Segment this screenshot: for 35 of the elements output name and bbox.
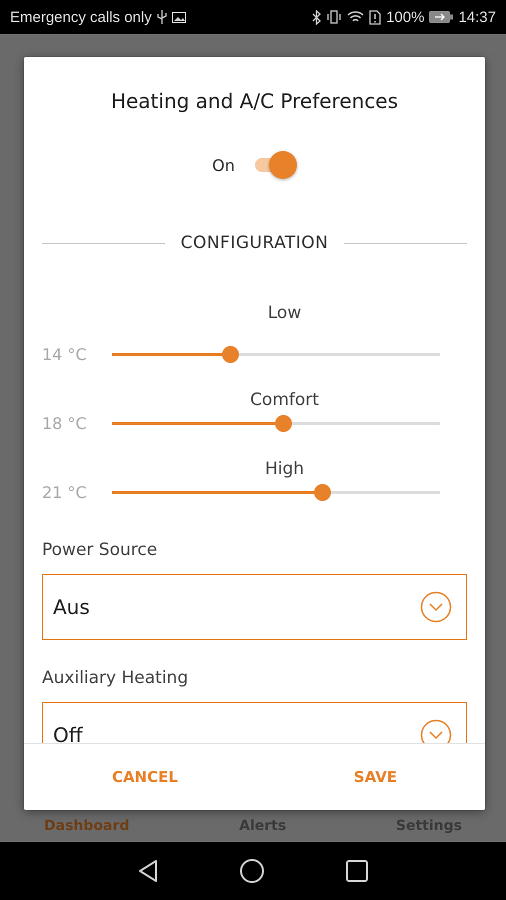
slider-thumb[interactable]	[222, 346, 240, 363]
slider-label: High	[264, 459, 306, 479]
cancel-button[interactable]: CANCEL	[96, 758, 194, 796]
recents-icon[interactable]	[346, 860, 368, 882]
back-icon[interactable]	[138, 859, 158, 883]
wifi-icon	[347, 10, 364, 24]
clock-text: 14:37	[458, 8, 496, 26]
slider-label: Low	[266, 303, 302, 323]
dropdown-field[interactable]: Aus	[42, 574, 467, 640]
temperature-reading: 14 °C	[42, 345, 88, 364]
dropdown-field[interactable]: Off	[42, 702, 467, 743]
image-icon	[172, 12, 186, 22]
temperature-reading: 18 °C	[42, 414, 88, 433]
save-button[interactable]: SAVE	[338, 758, 414, 796]
slider-thumb[interactable]	[314, 484, 331, 501]
vibrate-icon	[326, 10, 342, 24]
sim-alert-icon	[369, 10, 382, 24]
nav-tab[interactable]: Dashboard	[44, 818, 130, 834]
usb-icon	[156, 10, 167, 24]
bluetooth-icon	[312, 10, 322, 24]
dialog-title: Heating and A/C Preferences	[110, 89, 400, 113]
chevron-down-icon	[420, 591, 452, 623]
slider-label: Comfort	[249, 390, 320, 410]
toggle-label: On	[212, 156, 235, 174]
slider-thumb[interactable]	[274, 415, 292, 432]
home-icon[interactable]	[240, 859, 264, 883]
section-heading: CONFIGURATION	[180, 233, 328, 253]
on-switch[interactable]	[252, 151, 297, 179]
battery-percent: 100%	[386, 8, 424, 26]
battery-charging-icon	[429, 11, 454, 23]
temperature-reading: 21 °C	[42, 483, 88, 502]
chevron-down-icon	[420, 719, 452, 743]
field-label: Auxiliary Heating	[42, 668, 190, 688]
field-label: Power Source	[42, 540, 158, 560]
carrier-text: Emergency calls only	[10, 8, 152, 26]
